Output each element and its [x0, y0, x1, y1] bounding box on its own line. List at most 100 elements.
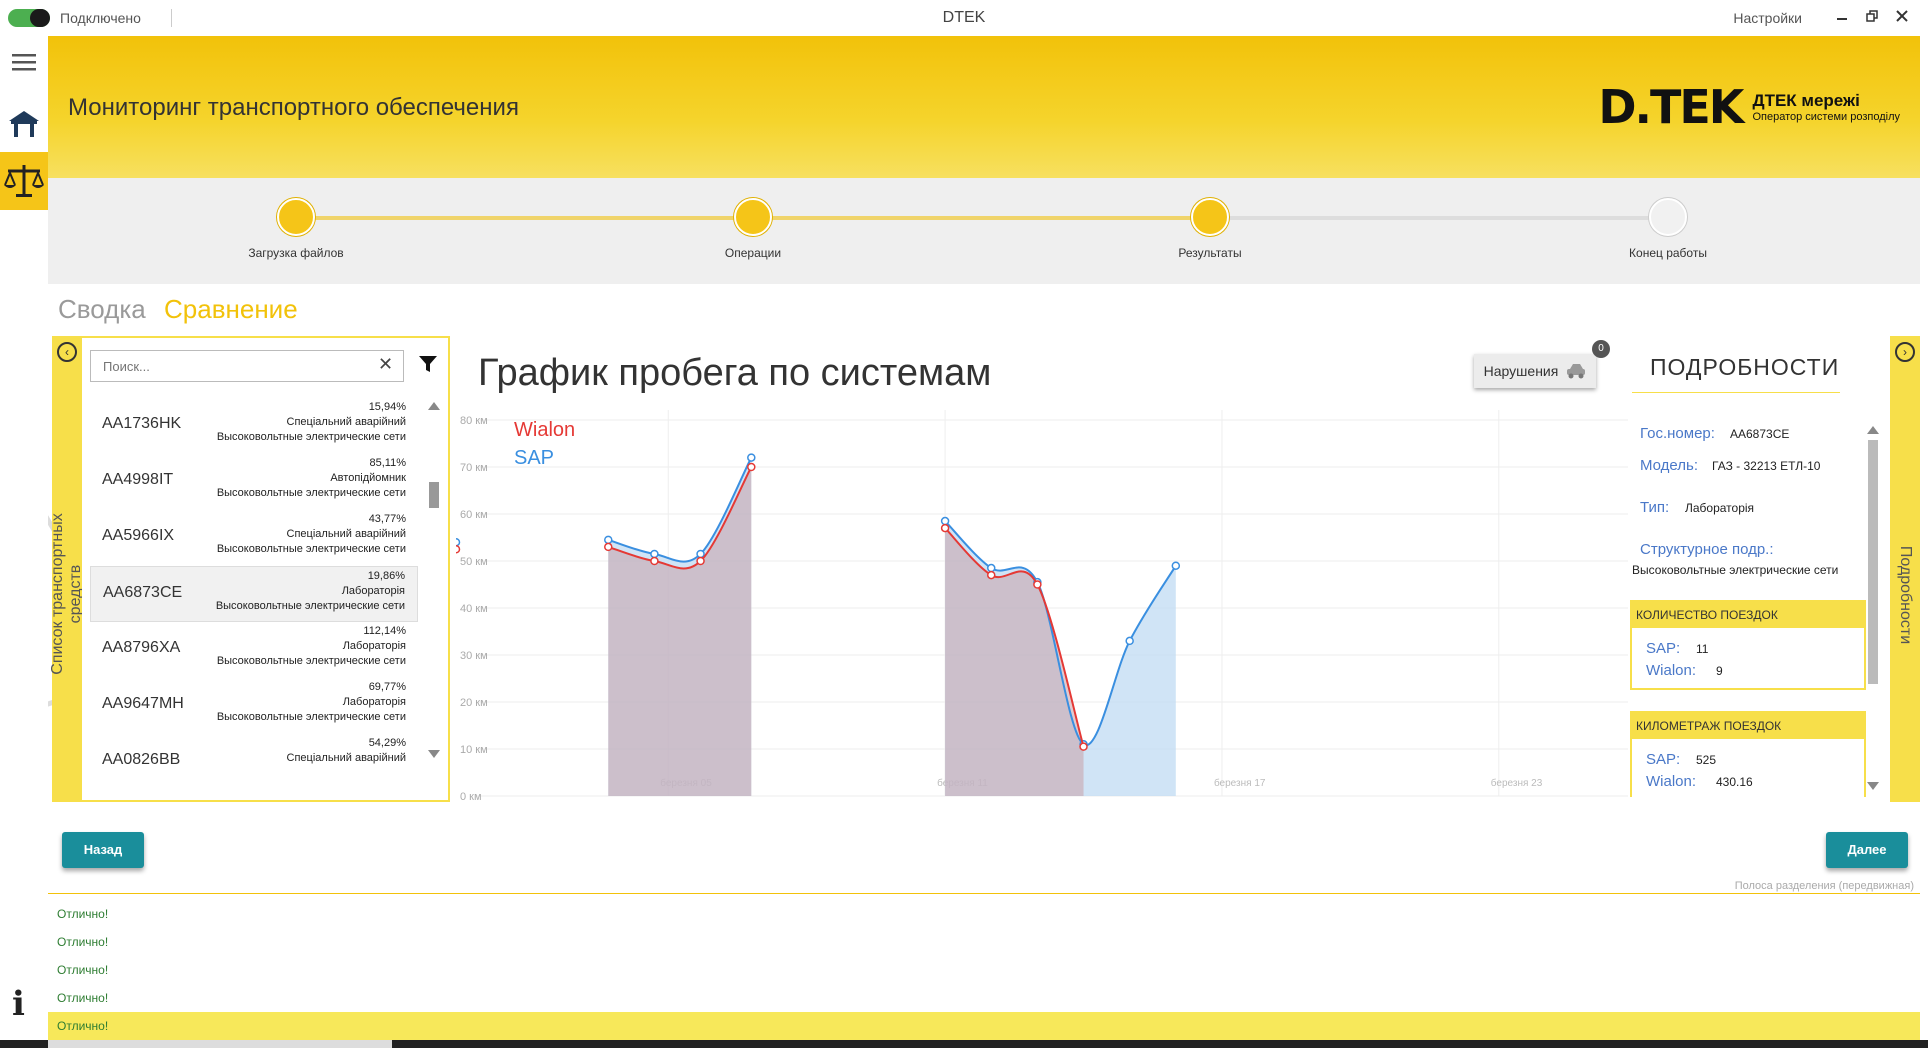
wialon-point — [1079, 742, 1088, 751]
vehicle-type: Спеціальний аварійний — [286, 416, 406, 428]
vehicle-list-title: Список транспортных средств — [49, 513, 84, 675]
trips-wialon-label: Wialon: — [1646, 662, 1697, 679]
step-dot — [734, 198, 772, 236]
log-row: Отлично! — [57, 935, 109, 949]
minimize-icon[interactable] — [1830, 6, 1854, 30]
vehicle-list-item[interactable]: AA8796XA 112,14% Лабораторія Высоковольтные… — [90, 622, 418, 678]
page-title: Мониторинг транспортного обеспечения — [68, 94, 519, 121]
violations-label: Нарушения — [1483, 363, 1559, 379]
sap-point — [986, 563, 996, 573]
legend-wialon: Wialon — [514, 419, 575, 441]
sap-point — [604, 535, 613, 545]
chart-y-tick-label: 0 км — [460, 791, 482, 803]
violations-badge: 0 — [1592, 340, 1610, 358]
wialon-point — [986, 570, 996, 580]
settings-link[interactable]: Настройки — [1733, 10, 1802, 26]
chart-y-tick-label: 60 км — [460, 509, 488, 521]
filter-icon[interactable] — [418, 354, 438, 379]
clear-search-icon[interactable]: ✕ — [378, 354, 393, 375]
chart-x-tick-label: березня 23 — [1491, 777, 1543, 789]
logo-subtitle: Оператор системи розподілу — [1752, 111, 1900, 123]
vehicle-type: Лабораторія — [342, 696, 406, 708]
vehicle-unit: Высоковольтные электрические сети — [216, 655, 406, 667]
vehicle-list-item[interactable]: AA9647MH 69,77% Лабораторія Высоковольтные … — [90, 678, 418, 734]
details-title-underline — [1632, 392, 1840, 393]
scroll-down-icon[interactable] — [1867, 782, 1879, 790]
vehicle-percent: 54,29% — [368, 737, 406, 749]
search-input[interactable] — [90, 350, 404, 382]
vehicle-type: Спеціальний аварійний — [286, 528, 406, 540]
trips-wialon-value: 9 — [1716, 664, 1723, 678]
scroll-thumb[interactable] — [429, 482, 439, 508]
tab-compare[interactable]: Сравнение — [164, 294, 298, 325]
step-label: Операции — [724, 246, 782, 260]
vehicle-plate: AA6873CE — [103, 584, 183, 601]
collapse-left-icon[interactable]: ‹ — [57, 342, 77, 362]
type-value: Лабораторія — [1685, 501, 1755, 515]
vehicle-unit: Высоковольтные электрические сети — [216, 543, 406, 555]
splitter-handle[interactable] — [48, 893, 1920, 894]
restore-icon[interactable] — [1860, 6, 1884, 30]
sap-point — [696, 549, 705, 559]
step-results[interactable]: Результаты — [1110, 198, 1310, 260]
mileage-wialon-value: 430.16 — [1716, 775, 1753, 789]
dtek-logo: D.TEK ДТЕК мережі Оператор системи розпо… — [1598, 80, 1900, 134]
tab-summary[interactable]: Сводка — [58, 294, 146, 325]
vehicle-list-scrollbar[interactable] — [426, 398, 442, 768]
unit-value: Высоковольтные электрические сети — [1632, 563, 1839, 577]
model-value: ГАЗ - 32213 ЕТЛ-10 — [1712, 459, 1821, 473]
vehicle-percent: 69,77% — [368, 681, 406, 693]
title-bar: Подключено DTEK Настройки — [0, 0, 1928, 36]
sap-point — [1125, 636, 1134, 646]
wialon-area — [608, 467, 752, 796]
vehicle-list-item[interactable]: AA4998IT 85,11% Автопідйомник Высоковольтны… — [90, 454, 418, 510]
vehicle-plate: AA1736HK — [102, 415, 182, 432]
scroll-down-icon[interactable] — [428, 750, 440, 758]
vehicle-list-item[interactable]: AA6873CE 19,86% Лабораторія Высоковольтные … — [90, 566, 418, 622]
chart-y-tick-label: 20 км — [460, 697, 488, 709]
scales-icon[interactable] — [0, 152, 48, 210]
scroll-thumb[interactable] — [1868, 440, 1878, 684]
chart-y-tick-label: 80 км — [460, 415, 488, 427]
chart-x-tick-label: березня 17 — [1214, 777, 1266, 789]
bottom-bar — [0, 1040, 1928, 1048]
sap-point — [747, 453, 756, 462]
step-upload[interactable]: Загрузка файлов — [196, 198, 396, 260]
details-title: ПОДРОБНОСТИ — [1650, 354, 1840, 380]
vehicle-unit: Высоковольтные электрические сети — [215, 600, 405, 612]
info-icon[interactable]: i — [12, 984, 25, 1024]
scroll-up-icon[interactable] — [1867, 426, 1879, 434]
vehicle-list-item[interactable]: AA1736HK 15,94% Спеціальний аварійний Высок… — [90, 398, 418, 454]
mileage-chart: 0 км 10 км 20 км 30 км 40 км 50 км 60 км 70 км 8… — [456, 410, 1628, 803]
collapse-right-icon[interactable]: › — [1895, 342, 1915, 362]
home-icon[interactable] — [0, 98, 48, 150]
details-scrollbar[interactable] — [1866, 422, 1880, 794]
mileage-wialon-label: Wialon: — [1646, 773, 1697, 790]
step-label: Результаты — [1178, 246, 1242, 260]
chart-y-tick-label: 30 км — [460, 650, 488, 662]
trips-count-section: КОЛИЧЕСТВО ПОЕЗДОК SAP: 11 Wialon: 9 — [1630, 600, 1866, 690]
scroll-up-icon[interactable] — [428, 402, 440, 410]
step-label: Конец работы — [1629, 246, 1707, 260]
back-button[interactable]: Назад — [62, 832, 144, 868]
violations-button[interactable]: Нарушения — [1474, 354, 1596, 388]
close-icon[interactable] — [1890, 6, 1914, 30]
unit-label: Структурное подр.: — [1640, 541, 1774, 558]
vehicle-list-item[interactable]: AA0826BB 54,29% Спеціальний аварійний — [90, 734, 418, 790]
trips-sap-value: 11 — [1696, 642, 1709, 656]
left-rail — [0, 36, 48, 1048]
wialon-point — [1033, 580, 1042, 589]
trips-count-header: КОЛИЧЕСТВО ПОЕЗДОК — [1632, 602, 1864, 628]
next-button[interactable]: Далее — [1826, 832, 1908, 868]
vehicle-list: AA1736HK 15,94% Спеціальний аварійний Высок… — [90, 398, 418, 798]
step-operations[interactable]: Операции — [653, 198, 853, 260]
details-sidebar: › Подробности — [1890, 336, 1920, 802]
vehicle-list-item[interactable]: AA5966IX 43,77% Спеціальний аварійний Высок… — [90, 510, 418, 566]
wialon-point — [940, 523, 950, 533]
step-finish[interactable]: Конец работы — [1568, 198, 1768, 260]
plate-value: AA6873CE — [1730, 427, 1790, 441]
vehicle-percent: 15,94% — [368, 401, 406, 413]
details-side-title: Подробности — [1897, 545, 1914, 645]
mileage-section: КИЛОМЕТРАЖ ПОЕЗДОК SAP: 525 Wialon: 430.… — [1630, 711, 1866, 797]
hamburger-menu-icon[interactable] — [0, 36, 48, 88]
